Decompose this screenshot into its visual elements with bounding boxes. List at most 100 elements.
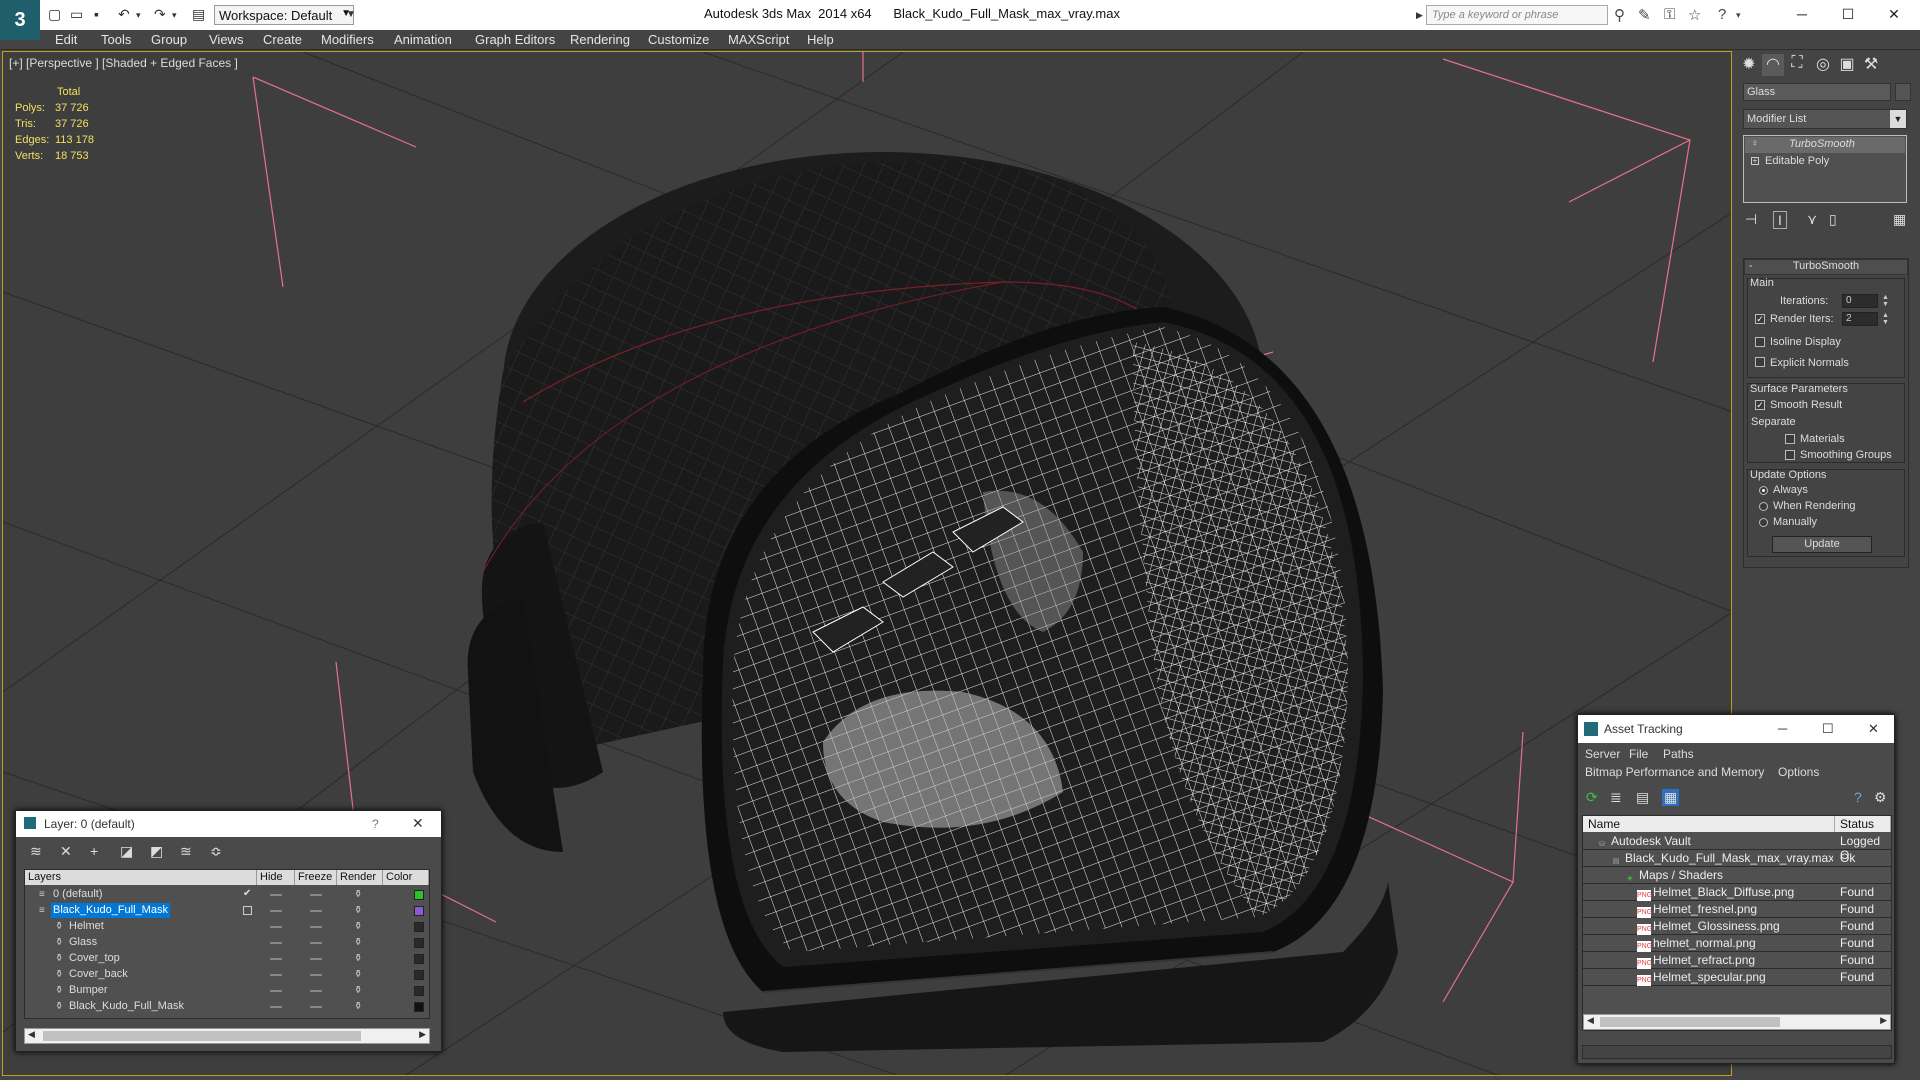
asset-row[interactable]: PNGHelmet_fresnel.png Found (1583, 901, 1891, 918)
freeze-toggle[interactable] (310, 894, 322, 896)
render-teapot-icon[interactable]: ⚱ (354, 969, 362, 980)
hide-toggle[interactable] (270, 926, 282, 928)
workspace-menu-icon[interactable]: ▼ (346, 9, 356, 20)
render-teapot-icon[interactable]: ⚱ (354, 985, 362, 996)
binoculars-icon[interactable]: ⚲ (1614, 6, 1625, 24)
freeze-all-layers-icon[interactable]: ≎ (210, 843, 222, 860)
freeze-toggle[interactable] (310, 942, 322, 944)
render-teapot-icon[interactable]: ⚱ (354, 905, 362, 916)
scrollbar-thumb[interactable] (1600, 1017, 1780, 1027)
scrollbar-thumb[interactable] (43, 1031, 361, 1041)
motion-tab-icon[interactable]: ◎ (1812, 54, 1834, 76)
layer-color-swatch[interactable] (414, 1002, 424, 1012)
layer-color-swatch[interactable] (414, 938, 424, 948)
table-view-icon[interactable]: ▦ (1662, 789, 1680, 806)
menu-graph-editors[interactable]: Graph Editors (475, 32, 555, 47)
spinner-arrows-icon[interactable]: ▲ ▼ (1882, 312, 1890, 326)
add-to-layer-icon[interactable]: + (90, 843, 98, 859)
undo-dropdown-icon[interactable]: ▾ (136, 10, 141, 21)
spinner-arrows-icon[interactable]: ▲ ▼ (1882, 294, 1890, 308)
render-teapot-icon[interactable]: ⚱ (354, 953, 362, 964)
minimize-button[interactable]: ─ (1779, 0, 1825, 30)
menu-tools[interactable]: Tools (101, 32, 131, 47)
delete-layer-icon[interactable]: ✕ (60, 843, 72, 860)
menu-options[interactable]: Options (1778, 765, 1819, 779)
object-color-swatch[interactable] (1895, 83, 1911, 101)
refresh-icon[interactable]: ⟳ (1586, 789, 1598, 806)
hide-toggle[interactable] (270, 910, 282, 912)
stack-item-editable-poly[interactable]: + Editable Poly (1745, 154, 1905, 170)
freeze-toggle[interactable] (310, 990, 322, 992)
layer-row[interactable]: ⚱ Black_Kudo_Full_Mask ⚱ (25, 999, 429, 1015)
asset-row[interactable]: PNGHelmet_specular.png Found (1583, 969, 1891, 986)
layer-name[interactable]: Cover_top (67, 951, 122, 966)
layer-row[interactable]: ⚱ Bumper ⚱ (25, 983, 429, 999)
layer-row[interactable]: ⚱ Cover_back ⚱ (25, 967, 429, 983)
layer-name[interactable]: Black_Kudo_Full_Mask (51, 903, 170, 918)
isoline-display-checkbox[interactable] (1755, 337, 1765, 347)
scroll-left-icon[interactable]: ◀ (1587, 1015, 1594, 1026)
render-teapot-icon[interactable]: ⚱ (354, 1001, 362, 1012)
menu-server[interactable]: Server (1585, 747, 1620, 761)
render-iters-checkbox[interactable]: ✓ (1755, 314, 1765, 324)
hide-all-layers-icon[interactable]: ≊ (180, 843, 192, 860)
freeze-toggle[interactable] (310, 910, 322, 912)
expand-icon[interactable]: + (1751, 157, 1759, 165)
utilities-tab-icon[interactable]: ⚒ (1860, 54, 1882, 76)
app-logo-icon[interactable]: 3 (0, 0, 40, 40)
layer-row[interactable]: ⚱ Glass ⚱ (25, 935, 429, 951)
workspace-dropdown[interactable]: Workspace: Default ▼ (214, 5, 354, 25)
bulb-icon[interactable]: ♀ (1751, 138, 1759, 149)
asset-horizontal-scrollbar[interactable]: ◀ ▶ (1583, 1014, 1891, 1030)
save-icon[interactable]: ▪ (94, 6, 99, 22)
list-view-icon[interactable]: ≣ (1610, 789, 1622, 806)
modify-tab-icon[interactable]: ◠ (1762, 54, 1784, 76)
search-expand-icon[interactable]: ▶ (1416, 10, 1423, 21)
render-iters-spinner[interactable]: 2 (1842, 312, 1878, 326)
highlight-objects-icon[interactable]: ◩ (150, 843, 163, 860)
menu-help[interactable]: Help (807, 32, 834, 47)
render-teapot-icon[interactable]: ⚱ (354, 921, 362, 932)
column-status[interactable]: Status (1835, 816, 1891, 832)
freeze-toggle[interactable] (310, 974, 322, 976)
scroll-left-icon[interactable]: ◀ (28, 1029, 35, 1040)
freeze-toggle[interactable] (310, 926, 322, 928)
new-file-icon[interactable]: ▢ (48, 6, 61, 23)
menu-rendering[interactable]: Rendering (570, 32, 630, 47)
iterations-spinner[interactable]: 0 (1842, 294, 1878, 308)
menu-modifiers[interactable]: Modifiers (321, 32, 374, 47)
select-objects-icon[interactable]: ◪ (120, 843, 133, 860)
maximize-button[interactable]: ☐ (1825, 0, 1871, 30)
smoothing-groups-checkbox[interactable] (1785, 450, 1795, 460)
layer-row[interactable]: ⚱ Helmet ⚱ (25, 919, 429, 935)
create-tab-icon[interactable]: ✹ (1738, 54, 1760, 76)
menu-file[interactable]: File (1629, 747, 1648, 761)
asset-row[interactable]: PNGhelmet_normal.png Found (1583, 935, 1891, 952)
freeze-toggle[interactable] (310, 958, 322, 960)
layer-row[interactable]: ≡ 0 (default) ✔ ⚱ (25, 887, 429, 903)
menu-edit[interactable]: Edit (55, 32, 77, 47)
menu-customize[interactable]: Customize (648, 32, 709, 47)
create-layer-icon[interactable]: ≋ (30, 843, 42, 860)
active-layer-check-icon[interactable]: ✔ (243, 888, 251, 899)
layer-row[interactable]: ≡ Black_Kudo_Full_Mask ⚱ (25, 903, 429, 919)
layer-color-swatch[interactable] (414, 922, 424, 932)
asset-row[interactable]: PNGHelmet_Black_Diffuse.png Found (1583, 884, 1891, 901)
favorites-star-icon[interactable]: ☆ (1688, 6, 1701, 24)
hide-toggle[interactable] (270, 990, 282, 992)
layer-color-swatch[interactable] (414, 890, 424, 900)
pin-stack-icon[interactable]: ⊣ (1745, 211, 1757, 228)
hide-toggle[interactable] (270, 894, 282, 896)
close-button[interactable]: ✕ (1871, 0, 1917, 30)
search-input[interactable]: Type a keyword or phrase (1426, 5, 1608, 25)
help-icon[interactable]: ? (1854, 789, 1862, 805)
column-render[interactable]: Render (337, 870, 383, 885)
column-hide[interactable]: Hide (257, 870, 295, 885)
modifier-list-dropdown[interactable]: Modifier List ▼ (1743, 109, 1907, 129)
menu-group[interactable]: Group (151, 32, 187, 47)
column-color[interactable]: Color (383, 870, 429, 885)
make-unique-icon[interactable]: ⋎ (1807, 211, 1817, 228)
smooth-result-checkbox[interactable]: ✓ (1755, 400, 1765, 410)
layer-color-swatch[interactable] (414, 986, 424, 996)
layer-name[interactable]: Bumper (67, 983, 110, 998)
